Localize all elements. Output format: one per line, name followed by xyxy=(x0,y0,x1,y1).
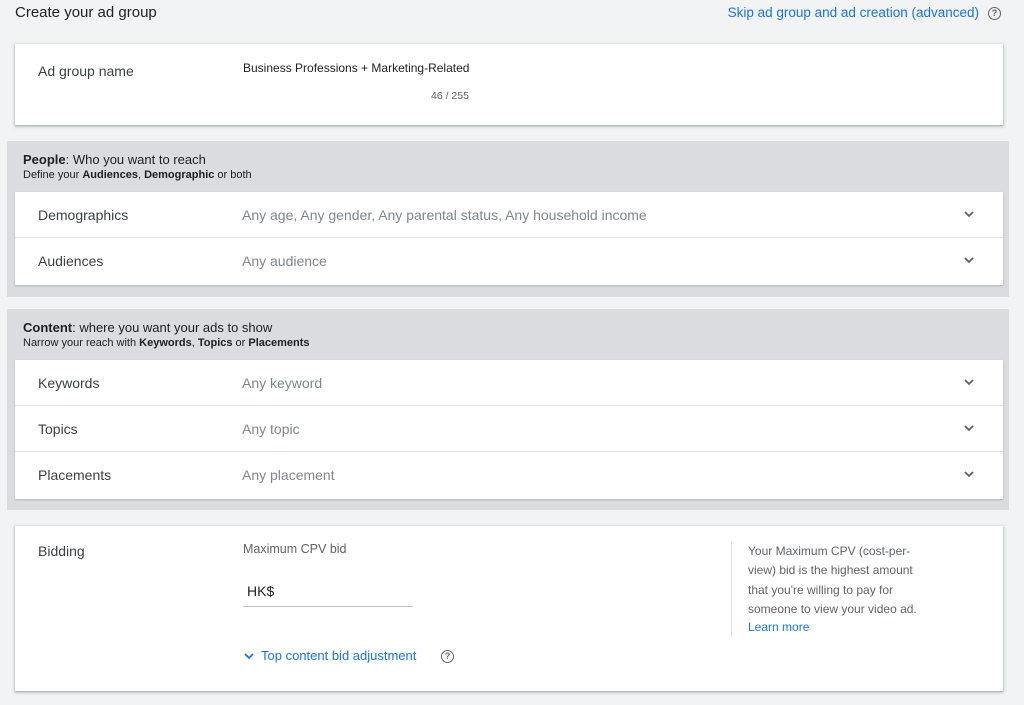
audiences-row[interactable]: Audiences Any audience xyxy=(15,238,1003,285)
people-title-bold: People xyxy=(23,152,66,167)
keywords-value: Any keyword xyxy=(242,375,323,391)
content-section: Content: where you want your ads to show… xyxy=(7,309,1009,510)
content-sub-topics: Topics xyxy=(197,337,233,349)
chevron-down-icon[interactable] xyxy=(963,422,975,434)
ad-group-name-label: Ad group name xyxy=(38,63,134,79)
ad-group-name-input[interactable] xyxy=(243,61,475,75)
placements-label: Placements xyxy=(38,467,112,483)
chevron-down-icon[interactable] xyxy=(963,208,975,220)
content-rows: Keywords Any keyword Topics Any topic Pl… xyxy=(15,360,1003,499)
content-sub-placements: Placements xyxy=(248,337,310,349)
chevron-down-icon xyxy=(244,652,254,659)
bidding-card: Bidding Maximum CPV bid HK$ Top content … xyxy=(15,526,1003,691)
content-title-rest: : where you want your ads to show xyxy=(72,320,273,335)
topics-value: Any topic xyxy=(242,421,300,437)
top-content-link-label: Top content bid adjustment xyxy=(261,648,417,663)
top-content-bid-adjustment-toggle[interactable]: Top content bid adjustment xyxy=(243,648,416,663)
content-section-subtitle: Narrow your reach with Keywords, Topics … xyxy=(23,337,310,349)
demographics-value: Any age, Any gender, Any parental status… xyxy=(242,207,647,223)
max-cpv-label: Maximum CPV bid xyxy=(243,542,347,556)
demographics-label: Demographics xyxy=(38,207,129,223)
people-sub-audiences: Audiences xyxy=(82,169,138,181)
help-circle-icon[interactable]: ? xyxy=(988,7,1001,20)
chevron-down-icon[interactable] xyxy=(963,376,975,388)
people-title-rest: : Who you want to reach xyxy=(65,152,206,167)
people-sub-demographic: Demographic xyxy=(144,169,215,181)
skip-ad-group-link[interactable]: Skip ad group and ad creation (advanced) xyxy=(728,5,979,20)
chevron-down-icon[interactable] xyxy=(963,468,975,480)
vertical-divider xyxy=(731,542,732,636)
placements-value: Any placement xyxy=(242,467,335,483)
help-circle-icon[interactable]: ? xyxy=(441,650,454,663)
learn-more-link[interactable]: Learn more xyxy=(748,620,809,634)
content-section-title: Content: where you want your ads to show xyxy=(23,320,272,335)
audiences-value: Any audience xyxy=(242,253,327,269)
people-sub-suffix: or both xyxy=(214,169,252,181)
page-title: Create your ad group xyxy=(15,4,157,21)
max-cpv-bid-input[interactable] xyxy=(279,580,409,602)
people-rows: Demographics Any age, Any gender, Any pa… xyxy=(15,192,1003,285)
people-section-subtitle: Define your Audiences, Demographic or bo… xyxy=(23,169,252,181)
people-section-title: People: Who you want to reach xyxy=(23,152,206,167)
audiences-label: Audiences xyxy=(38,253,104,269)
bidding-label: Bidding xyxy=(38,543,85,559)
content-sub-keywords: Keywords xyxy=(139,337,192,349)
bid-help-text: Your Maximum CPV (cost-per-view) bid is … xyxy=(748,544,917,616)
ad-group-name-card: Ad group name 46 / 255 xyxy=(15,44,1003,125)
content-title-bold: Content xyxy=(23,320,73,335)
topics-label: Topics xyxy=(38,421,78,437)
content-sub-prefix: Narrow your reach with xyxy=(23,337,140,349)
bid-field: HK$ xyxy=(243,576,413,607)
keywords-label: Keywords xyxy=(38,375,100,391)
topics-row[interactable]: Topics Any topic xyxy=(15,406,1003,452)
currency-prefix: HK$ xyxy=(247,583,275,599)
content-sub-mid: or xyxy=(232,337,249,349)
page-header: Create your ad group Skip ad group and a… xyxy=(0,0,1024,28)
people-sub-prefix: Define your xyxy=(23,169,83,181)
chevron-down-icon[interactable] xyxy=(963,254,975,266)
keywords-row[interactable]: Keywords Any keyword xyxy=(15,360,1003,406)
character-counter: 46 / 255 xyxy=(431,90,469,102)
placements-row[interactable]: Placements Any placement xyxy=(15,452,1003,499)
people-section: People: Who you want to reach Define you… xyxy=(7,141,1009,297)
demographics-row[interactable]: Demographics Any age, Any gender, Any pa… xyxy=(15,192,1003,238)
